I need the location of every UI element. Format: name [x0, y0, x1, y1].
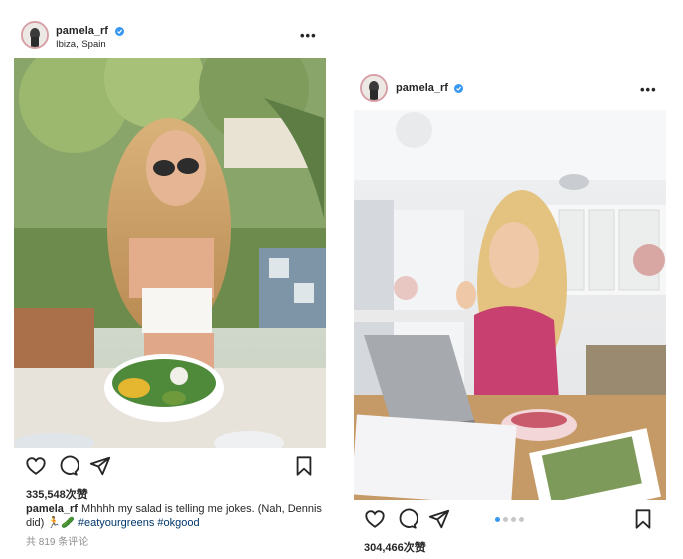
caption: pamela_rf Mhhhh my salad is telling me j…: [26, 502, 326, 530]
carousel-dot: [503, 517, 508, 522]
bookmark-icon[interactable]: [293, 455, 315, 477]
post-left: pamela_rf Ibiza, Spain ••• 335,548次赞 pam…: [14, 14, 328, 559]
bookmark-icon[interactable]: [632, 508, 654, 530]
carousel-indicator: [495, 517, 524, 522]
likes-count[interactable]: 335,548次赞: [26, 486, 88, 502]
post-right: pamela_rf ••• 304,466次赞: [352, 68, 670, 559]
carousel-dot: [495, 517, 500, 522]
carousel-dot: [511, 517, 516, 522]
hashtag-okgood[interactable]: #okgood: [157, 517, 199, 529]
hashtag-eatyourgreens[interactable]: #eatyourgreens: [78, 517, 154, 529]
heart-icon[interactable]: [364, 508, 386, 530]
comment-icon[interactable]: [57, 455, 79, 477]
verified-badge-icon: [454, 84, 463, 93]
username[interactable]: pamela_rf: [396, 82, 448, 94]
caption-emoji: 🏃🥒: [47, 517, 75, 529]
post-photo[interactable]: [354, 110, 666, 500]
location-label[interactable]: Ibiza, Spain: [56, 39, 106, 50]
likes-count[interactable]: 304,466次赞: [364, 539, 426, 555]
more-icon[interactable]: •••: [640, 82, 657, 97]
username[interactable]: pamela_rf: [56, 25, 108, 37]
post-header: pamela_rf •••: [352, 68, 670, 112]
share-icon[interactable]: [89, 455, 111, 477]
comment-icon[interactable]: [396, 508, 418, 530]
post-photo[interactable]: [14, 58, 326, 448]
avatar[interactable]: [360, 74, 388, 102]
verified-badge-icon: [115, 27, 124, 36]
avatar[interactable]: [21, 21, 49, 49]
share-icon[interactable]: [428, 508, 450, 530]
caption-username[interactable]: pamela_rf: [26, 503, 78, 515]
post-header: pamela_rf Ibiza, Spain •••: [14, 14, 328, 58]
carousel-dot: [519, 517, 524, 522]
more-icon[interactable]: •••: [300, 28, 317, 43]
heart-icon[interactable]: [25, 455, 47, 477]
view-comments-link[interactable]: 共 819 条评论: [26, 533, 88, 548]
